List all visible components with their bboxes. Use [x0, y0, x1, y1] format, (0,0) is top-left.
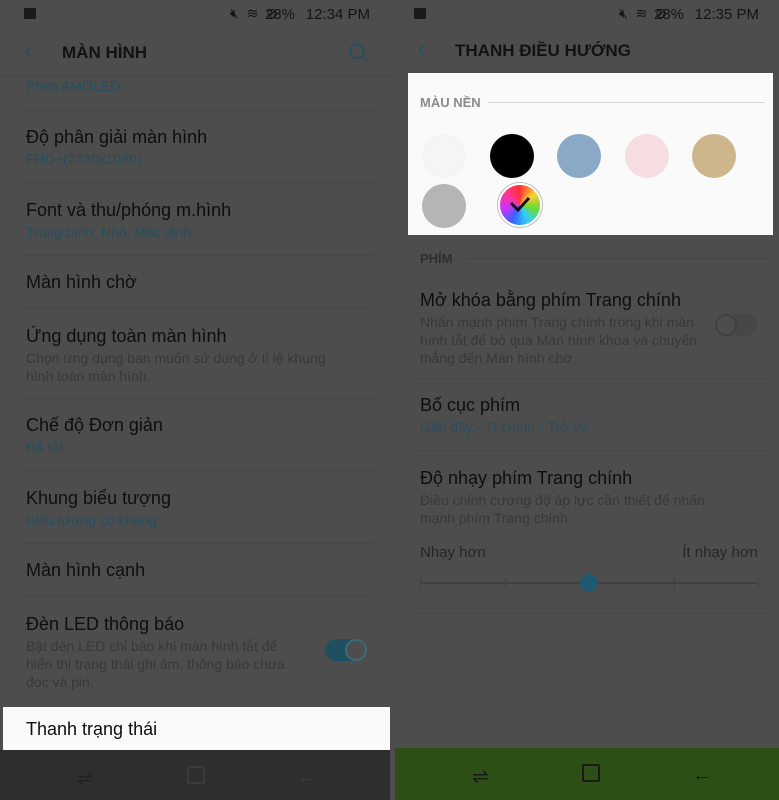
clock: 12:34 PM — [305, 6, 370, 23]
divider — [488, 102, 765, 103]
item-title: Độ phân giải màn hình — [26, 127, 208, 147]
list-item-status-bar[interactable]: Thanh trạng thái — [3, 707, 390, 750]
unlock-toggle[interactable] — [715, 314, 757, 336]
slider-thumb[interactable] — [580, 574, 598, 592]
back-icon[interactable]: ← — [692, 764, 712, 787]
image-icon — [24, 8, 36, 19]
item-title: Thanh trạng thái — [26, 719, 158, 739]
item-description: Nhấn mạnh phím Trang chính trong khi màn… — [420, 314, 698, 366]
slider-tick — [420, 577, 421, 589]
color-swatch[interactable] — [557, 134, 601, 178]
item-description: Chọn ứng dụng bạn muốn sử dụng ở tỉ lệ k… — [26, 350, 326, 384]
recents-icon[interactable]: ⇌ — [472, 764, 489, 789]
slider-tick — [758, 577, 759, 589]
checkmark-icon — [509, 196, 531, 213]
item-title: Font và thu/phóng m.hình — [26, 200, 232, 220]
clock: 12:35 PM — [694, 6, 759, 23]
led-toggle[interactable] — [325, 639, 367, 661]
slider-min-label: Nhạy hơn — [420, 544, 486, 561]
sensitivity-slider[interactable] — [420, 574, 759, 592]
recents-icon[interactable]: ⇌ — [77, 766, 94, 791]
color-swatch[interactable] — [624, 134, 669, 178]
navigation-bar: ⇌ ← — [395, 748, 779, 800]
item-title: Chế độ Đơn giản — [26, 415, 163, 435]
color-swatch[interactable] — [489, 134, 534, 178]
home-icon[interactable] — [582, 764, 600, 782]
slider-max-label: Ít nhạy hơn — [682, 544, 758, 561]
item-title: Khung biểu tượng — [26, 488, 171, 508]
color-swatch[interactable] — [422, 184, 466, 228]
slider-tick — [673, 577, 675, 589]
back-icon[interactable]: ‹ — [418, 36, 425, 62]
item-subtitle: Trung bình, Nhỏ, Mặc định — [26, 224, 192, 240]
slider-tick — [504, 577, 506, 589]
background-color-card: MÀU NỀN — [408, 73, 773, 235]
item-title: Bố cục phím — [420, 395, 521, 415]
item-title: Màn hình chờ — [26, 272, 137, 292]
item-subtitle: Biểu tượng có khung — [26, 512, 157, 528]
section-label: PHÍM — [420, 251, 453, 266]
page-title: MÀN HÌNH — [62, 43, 147, 62]
item-title: Đèn LED thông báo — [26, 614, 185, 634]
home-icon[interactable] — [187, 766, 205, 784]
item-title: Mở khóa bằng phím Trang chính — [420, 290, 681, 310]
back-icon[interactable]: ‹ — [24, 38, 31, 64]
navigation-bar: ⇌ ← — [0, 750, 390, 800]
item-description: Điều chỉnh cường độ áp lực cần thiết để … — [420, 492, 705, 526]
battery-level: 28% — [653, 6, 684, 23]
navigation-bar-settings-screen: 🔇︎ ≋ ⊘ 28% 12:35 PM ‹ THANH ĐIỀU HƯỚNG M… — [390, 0, 779, 800]
color-swatch[interactable] — [422, 134, 466, 178]
section-label: MÀU NỀN — [420, 95, 481, 110]
page-title: THANH ĐIỀU HƯỚNG — [455, 41, 631, 60]
search-icon[interactable] — [348, 42, 370, 64]
status-bar: 🔇︎ ≋ ⊘ 28% 12:34 PM — [0, 0, 390, 30]
back-icon[interactable]: ← — [297, 766, 317, 789]
item-subtitle: Gần đây - Tr.chính - Trở về — [420, 419, 588, 435]
custom-color-button[interactable] — [498, 183, 542, 227]
item-title: Độ nhạy phím Trang chính — [420, 468, 633, 488]
screen-mode-value[interactable]: Phim AMOLED — [26, 78, 120, 94]
item-description: Bật đèn LED chỉ báo khi màn hình tắt để … — [26, 638, 286, 690]
display-settings-screen: 🔇︎ ≋ ⊘ 28% 12:34 PM ‹ MÀN HÌNH Phim AMOL… — [0, 0, 390, 800]
item-subtitle: Đã tắt — [26, 439, 64, 455]
item-title: Ứng dụng toàn màn hình — [26, 326, 227, 346]
status-bar: 🔇︎ ≋ ⊘ 28% 12:35 PM — [390, 0, 779, 30]
battery-level: 28% — [264, 6, 295, 23]
item-subtitle: FHD+(2220x1080) — [26, 151, 142, 167]
item-title: Màn hình cạnh — [26, 560, 146, 580]
image-icon — [414, 8, 426, 19]
color-swatch[interactable] — [692, 134, 736, 178]
